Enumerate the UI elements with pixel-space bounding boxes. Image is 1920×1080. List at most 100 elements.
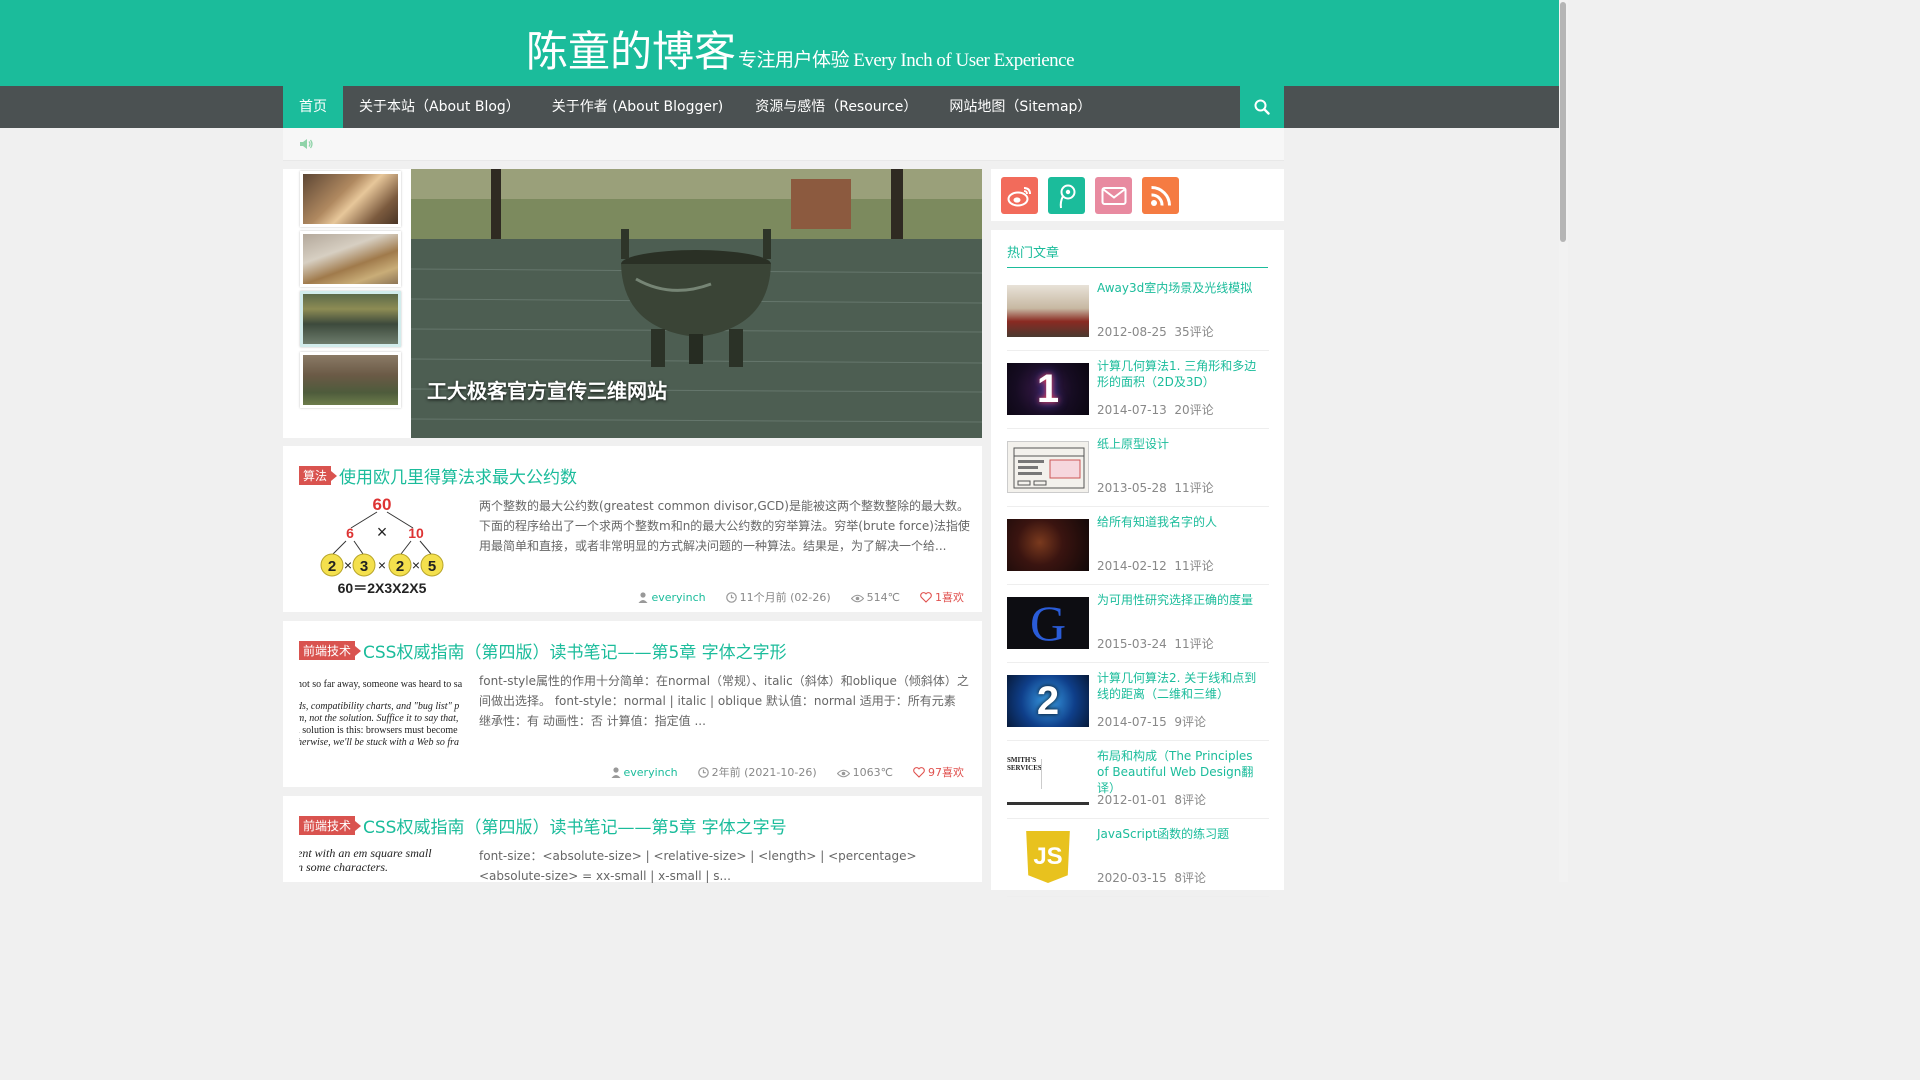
post-card: 前端技术 CSS权威指南（第四版）读书笔记——第5章 字体之字形 not so …	[283, 621, 982, 787]
hot-item-link[interactable]: 给所有知道我名字的人	[1097, 514, 1267, 530]
hot-thumbnail[interactable]	[1007, 285, 1089, 337]
nav-item-about-blog[interactable]: 关于本站（About Blog）	[343, 86, 536, 128]
post-thumbnail[interactable]: ent with an em square small n some chara…	[299, 844, 464, 882]
nav-menu: 首页 关于本站（About Blog） 关于作者 (About Blogger)…	[283, 86, 1107, 128]
thumb-text-line: n some characters.	[299, 860, 388, 874]
post-views-text: 1063℃	[852, 765, 893, 779]
nav-item-sitemap[interactable]: 网站地图（Sitemap）	[933, 86, 1107, 128]
hot-item: SMITH'S SERVICES 布局和构成（The Principles of…	[1007, 741, 1269, 819]
hot-thumb-text: 2	[1036, 678, 1060, 723]
post-card: 前端技术 CSS权威指南（第四版）读书笔记——第5章 字体之字号 ent wit…	[283, 796, 982, 883]
main-navbar: 首页 关于本站（About Blog） 关于作者 (About Blogger)…	[0, 86, 1568, 128]
post-like-button[interactable]: 97喜欢	[913, 764, 964, 780]
slider-caption[interactable]: 工大极客官方宣传三维网站	[427, 375, 667, 404]
post-author: everyinch	[638, 591, 706, 604]
hot-thumbnail[interactable]: JS	[1007, 831, 1089, 883]
user-icon	[638, 591, 648, 603]
search-button[interactable]	[1240, 86, 1284, 128]
category-badge[interactable]: 算法	[299, 466, 338, 485]
hot-articles: 热门文章 Away3d室内场景及光线模拟 2012-08-25 35评论 1 计…	[991, 230, 1284, 897]
hot-thumbnail[interactable]: 2	[1007, 675, 1089, 727]
hot-thumb-text: 1	[1036, 366, 1060, 411]
slider-thumb-3[interactable]	[300, 291, 401, 347]
tree-op-2: ×	[378, 557, 386, 573]
post-likes-text: 97喜欢	[928, 766, 964, 779]
tree-leaf-4: 5	[428, 558, 436, 575]
hot-thumbnail[interactable]: 1	[1007, 363, 1089, 415]
slider-thumb-4[interactable]	[300, 352, 401, 408]
hot-thumbnail[interactable]	[1007, 441, 1089, 493]
hot-thumbnail[interactable]: SMITH'S SERVICES	[1007, 753, 1089, 805]
hot-item: JS JavaScript函数的练习题 2020-03-15 8评论	[1007, 819, 1269, 897]
rss-button[interactable]	[1142, 177, 1179, 214]
hot-item-link[interactable]: 为可用性研究选择正确的度量	[1097, 592, 1267, 608]
hot-item-meta: 2014-07-13 20评论	[1097, 401, 1214, 418]
thumb-text-line: l solution is this: browsers must become	[299, 725, 458, 736]
category-badge[interactable]: 前端技术	[299, 816, 362, 835]
hot-thumb-text: SMITH'S SERVICES	[1007, 756, 1042, 772]
hot-item-link[interactable]: 计算几何算法1. 三角形和多边形的面积（2D及3D）	[1097, 358, 1267, 390]
hot-item: Away3d室内场景及光线模拟 2012-08-25 35评论	[1007, 273, 1269, 351]
post-author-link[interactable]: everyinch	[624, 766, 678, 779]
post-views: 1063℃	[836, 765, 893, 779]
hot-item-date: 2020-03-15	[1097, 871, 1167, 885]
post-card: 算法 使用欧几里得算法求最大公约数 60 6 × 10 2 3 2 5 × × …	[283, 446, 982, 612]
post-title-link[interactable]: CSS权威指南（第四版）读书笔记——第5章 字体之字形	[363, 638, 787, 663]
thumb-text-line: ent with an em square small	[299, 846, 432, 860]
post-time: 11个月前 (02-26)	[725, 589, 831, 605]
hot-item-date: 2015-03-24	[1097, 637, 1167, 651]
hot-item: 给所有知道我名字的人 2014-02-12 11评论	[1007, 507, 1269, 585]
site-title[interactable]: 陈童的博客	[526, 27, 736, 76]
post-author-link[interactable]: everyinch	[651, 591, 705, 604]
scrollbar-thumb[interactable]	[1560, 2, 1566, 242]
search-icon	[1254, 99, 1270, 115]
mail-button[interactable]	[1095, 177, 1132, 214]
weibo-button[interactable]	[1001, 177, 1038, 214]
nav-item-resource[interactable]: 资源与感悟（Resource）	[739, 86, 933, 128]
hot-item-date: 2013-05-28	[1097, 481, 1167, 495]
tree-mid-right: 10	[408, 525, 424, 541]
hot-item-date: 2012-01-01	[1097, 793, 1167, 807]
hot-item-meta: 2014-07-15 9评论	[1097, 713, 1206, 730]
slider-thumb-2[interactable]	[300, 231, 401, 287]
thumb-text-line: not so far away, someone was heard to sa	[299, 679, 463, 690]
post-title-link[interactable]: 使用欧几里得算法求最大公约数	[339, 463, 577, 488]
hot-item: 1 计算几何算法1. 三角形和多边形的面积（2D及3D） 2014-07-13 …	[1007, 351, 1269, 429]
hot-thumbnail[interactable]	[1007, 519, 1089, 571]
mail-icon	[1101, 186, 1126, 205]
slider-thumb-1[interactable]	[300, 171, 401, 227]
tree-mid-op: ×	[377, 522, 388, 542]
hot-item-link[interactable]: 计算几何算法2. 关于线和点到线的距离（二维和三维）	[1097, 670, 1267, 702]
hot-item-meta: 2020-03-15 8评论	[1097, 869, 1206, 886]
post-title-link[interactable]: CSS权威指南（第四版）读书笔记——第5章 字体之字号	[363, 813, 787, 838]
category-badge[interactable]: 前端技术	[299, 641, 362, 660]
hot-item-link[interactable]: JavaScript函数的练习题	[1097, 826, 1267, 842]
tencent-weibo-button[interactable]	[1048, 177, 1085, 214]
nav-item-about-blogger[interactable]: 关于作者 (About Blogger)	[536, 86, 739, 128]
hot-thumbnail[interactable]: G	[1007, 597, 1089, 649]
hot-item-link[interactable]: 布局和构成（The Principles of Beautiful Web De…	[1097, 748, 1267, 796]
tree-leaf-3: 2	[396, 558, 404, 575]
slider-main-image[interactable]: 工大极客官方宣传三维网站	[411, 169, 982, 438]
eye-icon	[836, 769, 850, 777]
hot-item-link[interactable]: 纸上原型设计	[1097, 436, 1267, 452]
hot-item-link[interactable]: Away3d室内场景及光线模拟	[1097, 280, 1267, 296]
tree-top: 60	[373, 495, 392, 514]
post-thumbnail[interactable]: 60 6 × 10 2 3 2 5 × × × 60＝2X3X2X5	[299, 494, 464, 599]
tree-leaf-2: 3	[360, 558, 368, 575]
post-like-button[interactable]: 1喜欢	[920, 589, 964, 605]
weibo-icon	[1007, 186, 1031, 206]
nav-item-home[interactable]: 首页	[283, 86, 343, 128]
paper-prototype-sketch	[1013, 447, 1085, 489]
page-scrollbar[interactable]	[1559, 0, 1568, 882]
post-author: everyinch	[611, 766, 678, 779]
site-subtitle: 专注用户体验 Every Inch of User Experience	[738, 50, 1075, 71]
hot-item-comments: 11评论	[1174, 481, 1214, 495]
hot-thumb-text: JS	[1033, 843, 1063, 870]
post-thumbnail[interactable]: not so far away, someone was heard to sa…	[299, 669, 464, 774]
notice-bar	[283, 128, 1284, 161]
hot-item-date: 2012-08-25	[1097, 325, 1167, 339]
site-brand[interactable]: 陈童的博客 专注用户体验 Every Inch of User Experienc…	[526, 18, 1075, 79]
speaker-icon[interactable]	[299, 138, 313, 150]
post-meta: everyinch 11个月前 (02-26) 514℃ 1喜欢	[638, 589, 964, 605]
